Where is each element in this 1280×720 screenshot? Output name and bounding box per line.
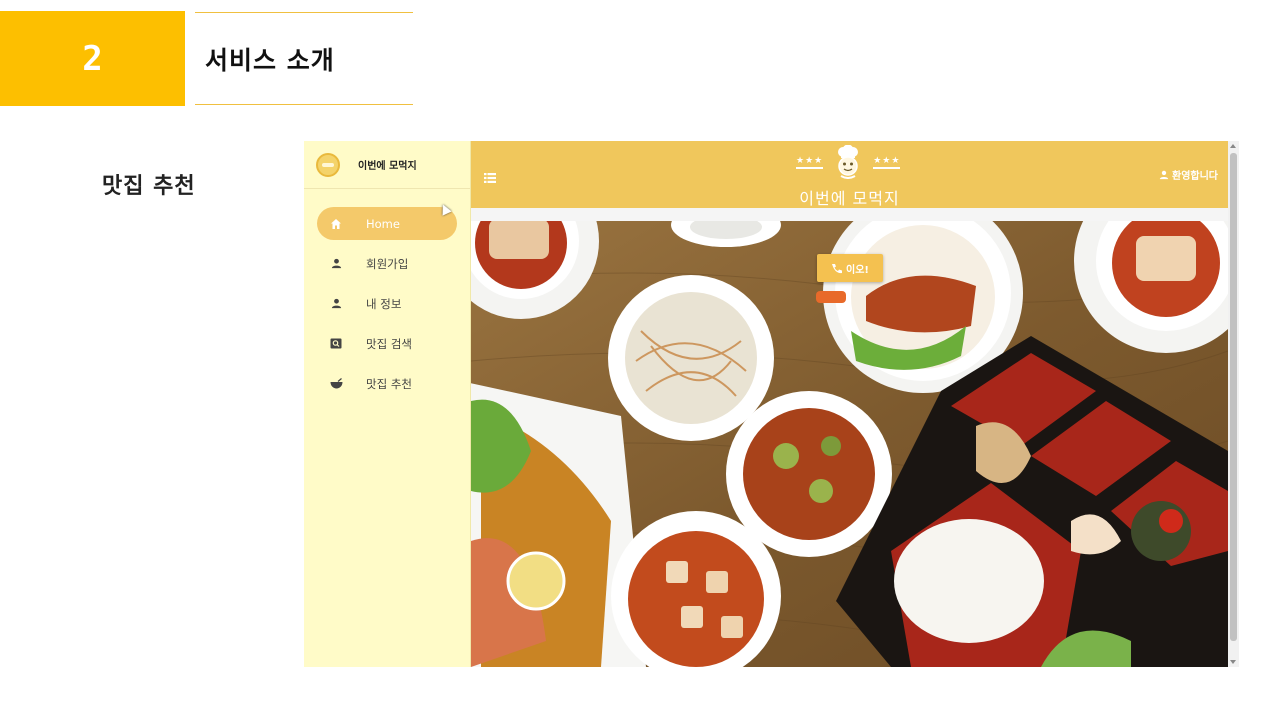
call-button-label: 이오!: [846, 264, 869, 276]
sidebar-item-label: 내 정보: [366, 296, 402, 311]
call-button[interactable]: 이오!: [817, 254, 883, 282]
app-screenshot: 이번에 모먹지 Home 회원가입 내 정보 맛집 검색 맛집 추천 ★★★ ★…: [304, 141, 1239, 667]
top-bar: ★★★ ★★★ 이번에 모먹지 환영합니다: [471, 141, 1228, 208]
welcome-text: 환영합니다: [1172, 171, 1218, 182]
search-box-icon: [329, 337, 343, 351]
sidebar-nav: Home 회원가입 내 정보 맛집 검색 맛집 추천: [304, 207, 470, 400]
sidebar-item-label: Home: [366, 216, 400, 231]
food-hero-image: [471, 221, 1228, 667]
content-divider: [471, 208, 1228, 221]
chef-icon: [838, 145, 859, 179]
sidebar-item-recommend[interactable]: 맛집 추천: [317, 367, 457, 400]
brand-name: 이번에 모먹지: [358, 161, 417, 172]
food-table-illustration: [471, 221, 1228, 667]
vertical-scrollbar[interactable]: [1228, 141, 1239, 667]
slide-title-box: 서비스 소개: [195, 12, 413, 105]
scroll-up-arrow-icon[interactable]: [1230, 144, 1236, 148]
sidebar: 이번에 모먹지 Home 회원가입 내 정보 맛집 검색 맛집 추천: [304, 141, 471, 667]
phone-icon: [832, 263, 843, 273]
slide-number-box: 2: [0, 11, 185, 106]
user-icon: [1159, 170, 1169, 179]
brand-logo-icon: [316, 152, 340, 177]
slide-number: 2: [82, 38, 103, 79]
sidebar-item-my-info[interactable]: 내 정보: [317, 287, 457, 320]
welcome-user-button[interactable]: 환영합니다: [1159, 167, 1218, 182]
app-title: 이번에 모먹지: [799, 189, 900, 208]
sidebar-item-label: 맛집 추천: [366, 376, 412, 391]
section-label: 맛집 추천: [102, 174, 196, 199]
stars-right: ★★★: [873, 156, 901, 169]
slide-title: 서비스 소개: [205, 45, 335, 75]
sidebar-item-label: 회원가입: [366, 256, 409, 271]
sidebar-item-signup[interactable]: 회원가입: [317, 247, 457, 280]
bowl-icon: [329, 377, 343, 391]
stars-left: ★★★: [796, 156, 824, 169]
sidebar-item-label: 맛집 검색: [366, 336, 412, 351]
sidebar-brand[interactable]: 이번에 모먹지: [304, 141, 470, 189]
person-icon: [329, 297, 343, 311]
app-logo: ★★★ ★★★: [796, 145, 901, 179]
scroll-down-arrow-icon[interactable]: [1230, 660, 1236, 664]
scrollbar-thumb[interactable]: [1230, 153, 1237, 641]
person-icon: [329, 257, 343, 271]
home-icon: [329, 217, 343, 231]
sidebar-item-home[interactable]: Home: [317, 207, 457, 240]
sidebar-item-search[interactable]: 맛집 검색: [317, 327, 457, 360]
